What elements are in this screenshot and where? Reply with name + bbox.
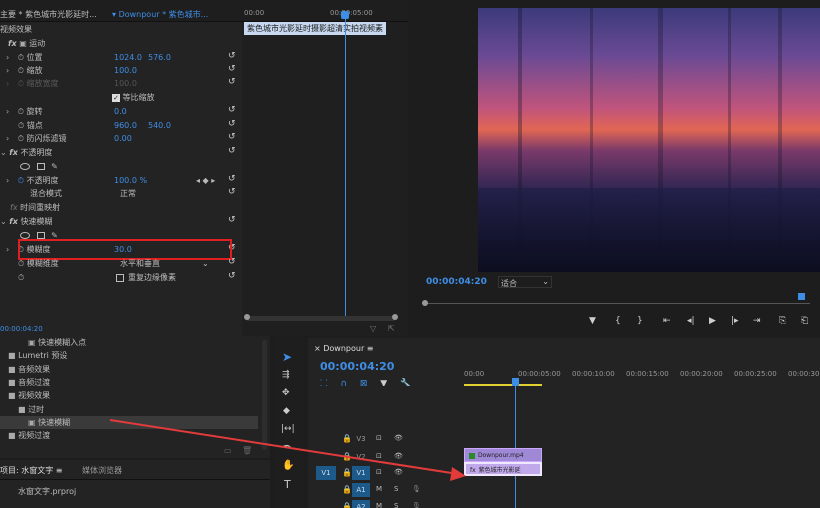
arrow-line [109, 419, 459, 475]
annotation-arrow [109, 419, 466, 481]
arrow-head [450, 467, 466, 481]
